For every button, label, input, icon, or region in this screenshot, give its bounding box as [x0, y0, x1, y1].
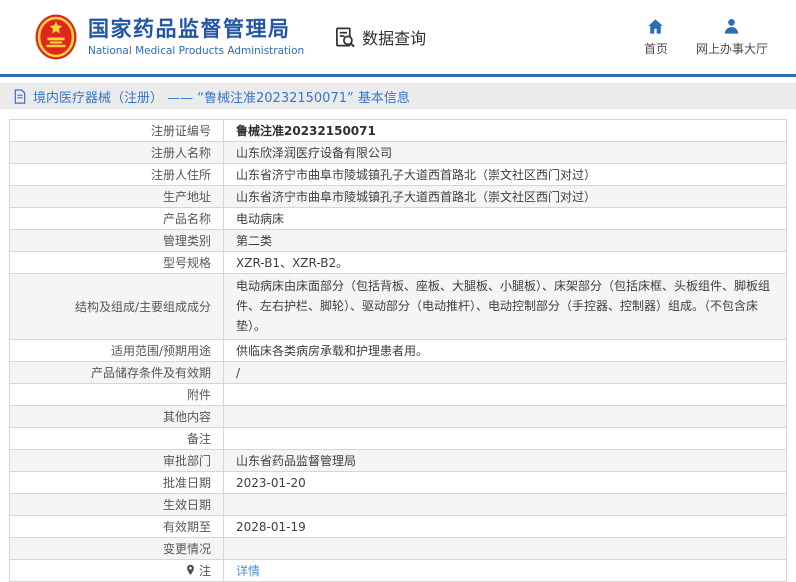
title-block: 国家药品监督管理局 National Medical Products Admi… [88, 17, 304, 56]
table-row: 附件 [9, 383, 787, 407]
row-value: 山东省济宁市曲阜市陵城镇孔子大道西首路北（崇文社区西门对过） [223, 185, 787, 208]
logo-group: 国家药品监督管理局 National Medical Products Admi… [34, 13, 304, 61]
row-label: 变更情况 [9, 537, 224, 561]
row-value [223, 493, 787, 517]
row-value: 鲁械注准20232150071 [223, 119, 787, 142]
row-label: 产品储存条件及有效期 [9, 361, 224, 385]
row-value: 电动病床由床面部分（包括背板、座板、大腿板、小腿板）、床架部分（包括床框、头板组… [223, 272, 787, 341]
row-label: 有效期至 [9, 515, 224, 539]
table-row: 结构及组成/主要组成成分 电动病床由床面部分（包括背板、座板、大腿板、小腿板）、床… [9, 272, 787, 341]
person-icon [722, 17, 741, 36]
site-title: 国家药品监督管理局 [88, 17, 291, 42]
row-label: 附件 [9, 383, 224, 407]
note-pin-icon [185, 564, 196, 576]
row-value: 山东欣泽润医疗设备有限公司 [223, 141, 787, 164]
row-value: XZR-B1、XZR-B2。 [223, 251, 787, 274]
row-value: 山东省济宁市曲阜市陵城镇孔子大道西首路北（崇文社区西门对过） [223, 163, 787, 186]
national-emblem-logo [34, 13, 78, 61]
table-row: 产品储存条件及有效期 / [9, 361, 787, 385]
row-label: 产品名称 [9, 207, 224, 230]
table-row: 注册人住所 山东省济宁市曲阜市陵城镇孔子大道西首路北（崇文社区西门对过） [9, 163, 787, 186]
table-row: 注详情 [9, 559, 787, 582]
row-value: 2023-01-20 [223, 471, 787, 495]
row-label: 其他内容 [9, 405, 224, 429]
table-row: 批准日期 2023-01-20 [9, 471, 787, 495]
table-row: 生产地址 山东省济宁市曲阜市陵城镇孔子大道西首路北（崇文社区西门对过） [9, 185, 787, 208]
table-row: 型号规格 XZR-B1、XZR-B2。 [9, 251, 787, 274]
row-value [223, 537, 787, 561]
row-label: 注册人名称 [9, 141, 224, 164]
table-row: 生效日期 [9, 493, 787, 517]
document-icon [13, 88, 27, 104]
row-label: 注册证编号 [9, 119, 224, 142]
row-value: 山东省药品监督管理局 [223, 449, 787, 473]
nav-online-hall[interactable]: 网上办事大厅 [696, 17, 768, 57]
top-nav: 首页 网上办事大厅 [644, 17, 772, 57]
row-value: / [223, 361, 787, 385]
row-value: 第二类 [223, 229, 787, 252]
row-label: 生效日期 [9, 493, 224, 517]
row-value [223, 383, 787, 407]
row-label: 审批部门 [9, 449, 224, 473]
nav-home-label: 首页 [643, 42, 668, 56]
home-icon [646, 17, 665, 36]
row-label: 批准日期 [9, 471, 224, 495]
nav-online-hall-label: 网上办事大厅 [695, 42, 768, 56]
row-value [223, 405, 787, 429]
table-row: 审批部门 山东省药品监督管理局 [9, 449, 787, 473]
table-row: 其他内容 [9, 405, 787, 429]
row-label: 型号规格 [9, 251, 224, 274]
table-row: 注册人名称 山东欣泽润医疗设备有限公司 [9, 141, 787, 164]
data-query-section: 数据查询 [334, 25, 426, 49]
info-table: 注册证编号 鲁械注准20232150071 注册人名称 山东欣泽润医疗设备有限公司 注册… [9, 119, 787, 582]
site-subtitle: National Medical Products Administration [88, 44, 305, 57]
info-table-body: 注册证编号 鲁械注准20232150071 注册人名称 山东欣泽润医疗设备有限公司 注册… [9, 119, 787, 582]
table-row: 变更情况 [9, 537, 787, 561]
document-search-icon [334, 26, 357, 49]
details-link[interactable]: 详情 [236, 564, 260, 578]
row-value: 电动病床 [223, 207, 787, 230]
row-label: 管理类别 [9, 229, 224, 252]
table-row: 备注 [9, 427, 787, 451]
row-value [223, 427, 787, 451]
row-value: 2028-01-19 [223, 515, 787, 539]
table-row: 管理类别 第二类 [9, 229, 787, 252]
row-label: 结构及组成/主要组成成分 [9, 272, 224, 341]
site-header: 国家药品监督管理局 National Medical Products Admi… [0, 0, 796, 77]
row-label: 注册人住所 [9, 163, 224, 186]
row-value: 供临床各类病房承载和护理患者用。 [223, 339, 787, 363]
nav-home[interactable]: 首页 [644, 17, 668, 57]
table-row: 适用范围/预期用途 供临床各类病房承载和护理患者用。 [9, 339, 787, 363]
data-query-label: 数据查询 [362, 29, 427, 48]
row-label: 注 [9, 559, 224, 582]
table-row: 产品名称 电动病床 [9, 207, 787, 230]
table-row: 注册证编号 鲁械注准20232150071 [9, 119, 787, 142]
breadcrumb: 境内医疗器械（注册） —— “鲁械注准20232150071” 基本信息 [0, 83, 796, 109]
table-row: 有效期至 2028-01-19 [9, 515, 787, 539]
row-value: 详情 [223, 559, 787, 582]
row-label: 适用范围/预期用途 [9, 339, 224, 363]
breadcrumb-text: 境内医疗器械（注册） —— “鲁械注准20232150071” 基本信息 [33, 90, 410, 106]
row-label: 生产地址 [9, 185, 224, 208]
row-label: 备注 [9, 427, 224, 451]
